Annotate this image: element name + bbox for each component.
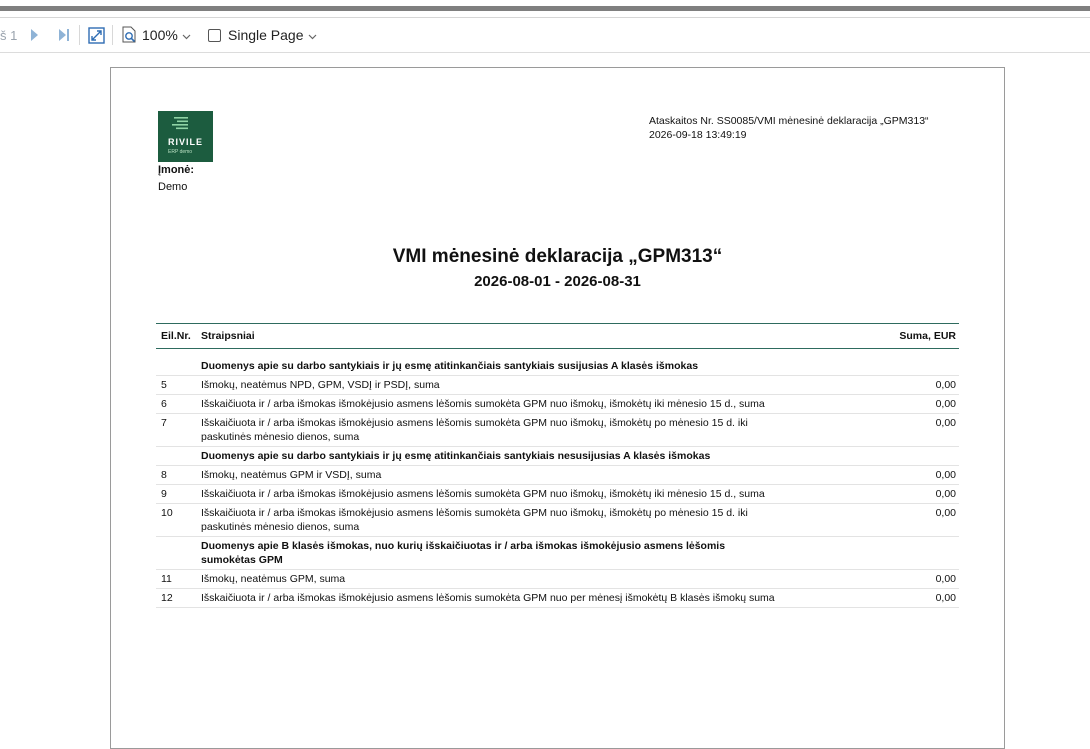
view-mode-dropdown[interactable]: Single Page bbox=[208, 18, 317, 52]
logo-name: RIVILE bbox=[167, 137, 203, 147]
company-logo: RIVILE ERP demo bbox=[158, 111, 213, 162]
last-page-button[interactable] bbox=[56, 18, 72, 52]
zoom-dropdown[interactable]: 100% bbox=[142, 18, 191, 52]
row-nr: 10 bbox=[161, 507, 173, 519]
report-page: RIVILE ERP demo Įmonė: Demo Ataskaitos N… bbox=[110, 67, 1005, 749]
table-section-row: Duomenys apie B klasės išmokas, nuo kuri… bbox=[156, 537, 959, 570]
report-viewer-toolbar: š 1 100% Single Page bbox=[0, 18, 1090, 53]
table-row: 5 Išmokų, neatėmus NPD, GPM, VSDĮ ir PSD… bbox=[156, 376, 959, 395]
view-mode-label: Single Page bbox=[228, 27, 304, 43]
row-text: Išmokų, neatėmus NPD, GPM, VSDĮ ir PSDĮ,… bbox=[201, 379, 440, 391]
table-row: 8 Išmokų, neatėmus GPM ir VSDĮ, suma 0,0… bbox=[156, 466, 959, 485]
row-value: 0,00 bbox=[935, 398, 956, 410]
row-value: 0,00 bbox=[935, 573, 956, 585]
table-header: Eil.Nr. Straipsniai Suma, EUR bbox=[156, 323, 959, 349]
row-text: Išskaičiuota ir / arba išmokas išmokėjus… bbox=[201, 507, 748, 533]
page-number-fragment: š 1 bbox=[0, 27, 18, 43]
row-nr: 8 bbox=[161, 469, 167, 481]
row-nr: 6 bbox=[161, 398, 167, 410]
row-value: 0,00 bbox=[935, 379, 956, 391]
row-value: 0,00 bbox=[935, 417, 956, 429]
row-text: Išskaičiuota ir / arba išmokas išmokėjus… bbox=[201, 417, 748, 443]
window-top-accent bbox=[0, 6, 1090, 11]
toolbar-separator bbox=[79, 25, 80, 45]
report-title: VMI mėnesinė deklaracija „GPM313“ bbox=[392, 246, 723, 267]
single-page-checkbox[interactable] bbox=[208, 28, 221, 42]
row-value: 0,00 bbox=[935, 488, 956, 500]
row-value: 0,00 bbox=[935, 592, 956, 604]
logo-mark-icon bbox=[172, 117, 188, 130]
row-nr: 5 bbox=[161, 379, 167, 391]
row-value: 0,00 bbox=[935, 469, 956, 481]
chevron-down-icon bbox=[182, 27, 191, 43]
row-nr: 9 bbox=[161, 488, 167, 500]
next-page-button[interactable] bbox=[26, 18, 42, 52]
column-header-item: Straipsniai bbox=[201, 330, 255, 342]
row-text: Išmokų, neatėmus GPM ir VSDĮ, suma bbox=[201, 469, 382, 481]
report-number: Ataskaitos Nr. SS0085/VMI mėnesinė dekla… bbox=[649, 115, 929, 127]
next-page-icon bbox=[31, 29, 38, 41]
table-row: 6 Išskaičiuota ir / arba išmokas išmokėj… bbox=[156, 395, 959, 414]
zoom-button[interactable] bbox=[119, 18, 139, 52]
chevron-down-icon bbox=[308, 27, 317, 43]
table-section-row: Duomenys apie su darbo santykiais ir jų … bbox=[156, 447, 959, 466]
table-section-row: Duomenys apie su darbo santykiais ir jų … bbox=[156, 357, 959, 376]
company-label: Įmonė: bbox=[158, 164, 195, 176]
row-nr: 12 bbox=[161, 592, 173, 604]
toolbar-separator bbox=[112, 25, 113, 45]
row-text: Išskaičiuota ir / arba išmokas išmokėjus… bbox=[201, 398, 765, 410]
section-title: Duomenys apie su darbo santykiais ir jų … bbox=[201, 450, 711, 462]
row-nr: 7 bbox=[161, 417, 167, 429]
fullscreen-icon bbox=[87, 26, 105, 44]
table-row: 10 Išskaičiuota ir / arba išmokas išmokė… bbox=[156, 504, 959, 537]
table-row: 9 Išskaičiuota ir / arba išmokas išmokėj… bbox=[156, 485, 959, 504]
table-row: 7 Išskaičiuota ir / arba išmokas išmokėj… bbox=[156, 414, 959, 447]
column-header-nr: Eil.Nr. bbox=[161, 330, 191, 342]
row-text: Išskaičiuota ir / arba išmokas išmokėjus… bbox=[201, 488, 765, 500]
zoom-page-icon bbox=[122, 26, 135, 43]
row-text: Išskaičiuota ir / arba išmokas išmokėjus… bbox=[201, 592, 775, 604]
table-row: 11 Išmokų, neatėmus GPM, suma 0,00 bbox=[156, 570, 959, 589]
last-page-icon bbox=[59, 29, 69, 41]
row-nr: 11 bbox=[161, 573, 172, 585]
company-value: Demo bbox=[158, 181, 188, 193]
report-period: 2026-08-01 - 2026-08-31 bbox=[474, 273, 641, 290]
report-datetime: 2026-09-18 13:49:19 bbox=[649, 129, 747, 141]
zoom-value: 100% bbox=[142, 27, 178, 43]
column-header-sum: Suma, EUR bbox=[899, 330, 956, 342]
declaration-table: Eil.Nr. Straipsniai Suma, EUR Duomenys a… bbox=[156, 323, 959, 608]
section-title: Duomenys apie B klasės išmokas, nuo kuri… bbox=[201, 540, 726, 566]
fullscreen-button[interactable] bbox=[86, 18, 106, 52]
row-value: 0,00 bbox=[935, 507, 956, 519]
table-row: 12 Išskaičiuota ir / arba išmokas išmokė… bbox=[156, 589, 959, 608]
logo-subtitle: ERP demo bbox=[168, 149, 193, 155]
row-text: Išmokų, neatėmus GPM, suma bbox=[201, 573, 346, 585]
section-title: Duomenys apie su darbo santykiais ir jų … bbox=[201, 360, 699, 372]
